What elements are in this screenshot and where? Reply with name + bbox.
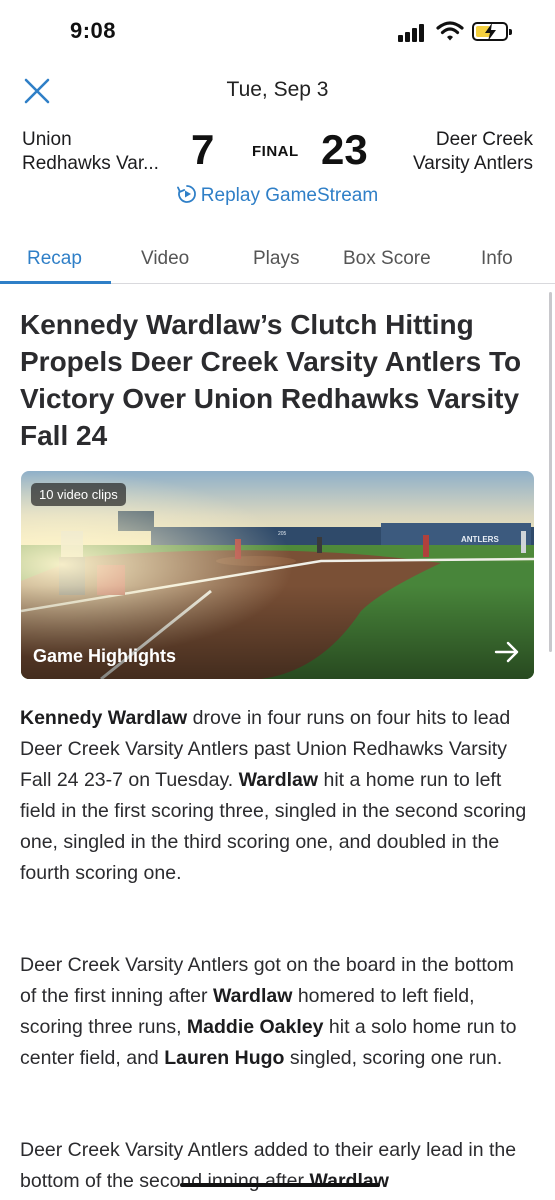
arrow-right-icon[interactable] (494, 641, 520, 663)
game-status: FINAL (252, 143, 299, 160)
tab-video[interactable]: Video (141, 248, 189, 270)
wifi-icon (436, 21, 464, 41)
tab-bar: Recap Video Plays Box Score Info (0, 236, 555, 284)
replay-label: Replay GameStream (200, 185, 379, 206)
player-name: Kennedy Wardlaw (20, 707, 188, 729)
scrollbar[interactable] (549, 292, 552, 652)
player-name: Wardlaw (309, 1170, 389, 1192)
replay-play-icon (176, 185, 196, 203)
article-paragraph-3: Deer Creek Varsity Antlers added to thei… (20, 1135, 535, 1197)
away-team-name[interactable]: Deer Creek Varsity Antlers (413, 128, 533, 176)
battery-icon (472, 22, 512, 41)
video-clips-badge: 10 video clips (31, 483, 126, 506)
status-bar: 9:08 (0, 0, 555, 62)
tab-recap[interactable]: Recap (27, 248, 82, 270)
player-name: Maddie Oakley (186, 1016, 324, 1038)
player-name: Wardlaw (212, 985, 293, 1007)
charging-bolt-icon (485, 23, 496, 41)
home-team-line2: Redhawks Var... (22, 153, 159, 174)
outfield-distance-text: 205 (278, 531, 287, 537)
game-highlights-label: Game Highlights (33, 646, 177, 666)
tab-info[interactable]: Info (481, 248, 513, 270)
player-name: Wardlaw (238, 769, 319, 791)
active-tab-indicator (0, 281, 111, 284)
status-time: 9:08 (70, 18, 117, 43)
away-score: 23 (321, 126, 368, 173)
article-paragraph-2: Deer Creek Varsity Antlers got on the bo… (20, 950, 535, 1074)
game-highlights-card[interactable]: ANTLERS 205 10 video clips Game Highligh… (21, 471, 534, 679)
paragraph-text: singled, scoring one run. (284, 1047, 503, 1069)
outfield-sign-text: ANTLERS (461, 535, 499, 544)
away-team-line1: Deer Creek (435, 129, 533, 150)
tab-box-score[interactable]: Box Score (343, 248, 431, 270)
away-team-line2: Varsity Antlers (412, 153, 533, 174)
tab-plays[interactable]: Plays (253, 248, 299, 270)
game-date: Tue, Sep 3 (226, 78, 329, 101)
home-team-name[interactable]: Union Redhawks Var... (22, 128, 159, 176)
home-score: 7 (191, 126, 215, 173)
article-headline: Kennedy Wardlaw’s Clutch Hitting Propels… (20, 309, 522, 451)
text-strike-mark (180, 1183, 380, 1187)
home-team-line1: Union (22, 129, 72, 150)
cellular-signal-icon (398, 24, 428, 42)
article-paragraph-1: Kennedy Wardlaw drove in four runs on fo… (20, 703, 535, 889)
player-name: Lauren Hugo (164, 1047, 285, 1069)
replay-gamestream-link[interactable]: Replay GameStream (0, 184, 555, 207)
